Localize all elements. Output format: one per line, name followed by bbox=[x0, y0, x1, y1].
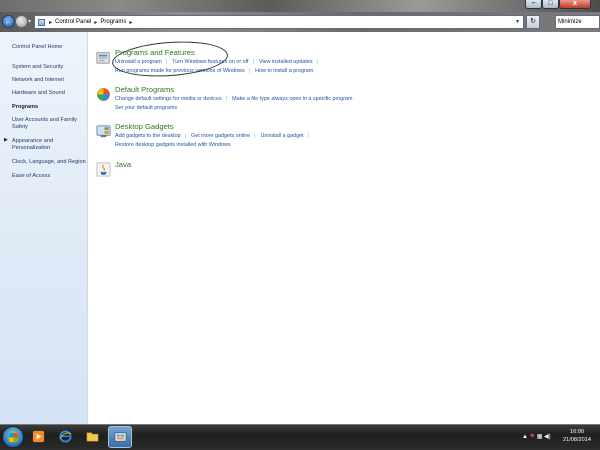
refresh-button[interactable]: ↻ bbox=[526, 15, 540, 29]
category-links: Run programs made for previous versions … bbox=[115, 68, 314, 74]
tray-arrow-icon[interactable]: ▲ bbox=[522, 434, 528, 440]
address-dropdown-icon[interactable]: ▼ bbox=[515, 19, 520, 25]
network-icon[interactable]: ▦ bbox=[537, 434, 543, 440]
media-player-icon bbox=[32, 430, 45, 443]
minimize-icon: – bbox=[531, 0, 536, 7]
breadcrumb-separator[interactable]: ▸ bbox=[129, 19, 132, 26]
link-restore-gadgets[interactable]: Restore desktop gadgets installed with W… bbox=[115, 142, 231, 148]
control-panel-icon bbox=[114, 432, 127, 442]
action-center-flag-icon[interactable]: ⚑ bbox=[530, 434, 535, 440]
sidebar: Control Panel Home System and Security N… bbox=[0, 32, 88, 424]
category-links: Set your default programs bbox=[115, 105, 181, 111]
current-item-marker-icon: ▶ bbox=[4, 137, 8, 143]
link-turn-windows-features[interactable]: Turn Windows features on or off bbox=[172, 59, 248, 65]
breadcrumb-separator[interactable]: ▸ bbox=[94, 19, 97, 26]
folder-icon bbox=[86, 432, 99, 442]
close-button[interactable]: x bbox=[559, 0, 591, 9]
taskbar-windows-explorer[interactable] bbox=[81, 426, 105, 448]
forward-button[interactable]: → bbox=[15, 15, 28, 28]
close-icon: x bbox=[573, 0, 577, 7]
link-run-older-programs[interactable]: Run programs made for previous versions … bbox=[115, 68, 245, 74]
link-set-default-programs[interactable]: Set your default programs bbox=[115, 105, 177, 111]
search-input[interactable]: Minimize bbox=[555, 15, 600, 29]
refresh-icon: ↻ bbox=[530, 18, 536, 25]
link-how-to-install[interactable]: How to install a program bbox=[255, 68, 313, 74]
back-arrow-icon: ← bbox=[4, 17, 13, 26]
link-uninstall-gadget[interactable]: Uninstall a gadget bbox=[261, 133, 304, 139]
breadcrumb-programs[interactable]: Programs bbox=[100, 19, 126, 25]
maximize-icon: □ bbox=[548, 0, 553, 7]
forward-arrow-icon: → bbox=[17, 17, 26, 26]
taskbar-internet-explorer[interactable] bbox=[54, 426, 78, 448]
link-file-type-association[interactable]: Make a file type always open in a specif… bbox=[232, 96, 352, 102]
breadcrumb-separator[interactable]: ▸ bbox=[49, 19, 52, 26]
minimize-button[interactable]: – bbox=[525, 0, 542, 9]
volume-icon[interactable]: ◀) bbox=[544, 434, 551, 440]
start-button[interactable] bbox=[2, 426, 24, 448]
navigation-bar: ← → ▾ ▸ Control Panel ▸ Programs ▸ ▼ ↻ M… bbox=[0, 12, 600, 32]
main-content: Programs and Features Uninstall a progra… bbox=[89, 32, 600, 424]
sidebar-item-programs[interactable]: Programs bbox=[12, 104, 86, 111]
clock-time: 16:00 bbox=[570, 429, 584, 435]
link-more-gadgets-online[interactable]: Get more gadgets online bbox=[191, 133, 250, 139]
address-bar[interactable]: ▸ Control Panel ▸ Programs ▸ ▼ bbox=[34, 15, 524, 29]
default-programs-icon bbox=[97, 88, 110, 101]
sidebar-item-ease-of-access[interactable]: Ease of Access bbox=[12, 173, 86, 180]
sidebar-item-control-panel-home[interactable]: Control Panel Home bbox=[12, 44, 86, 51]
link-uninstall-program[interactable]: Uninstall a program bbox=[115, 59, 162, 65]
breadcrumb-control-panel[interactable]: Control Panel bbox=[55, 19, 91, 25]
system-tray: ▲ ⚑ ▦ ◀) bbox=[522, 433, 551, 440]
desktop-gadgets-icon bbox=[96, 125, 111, 138]
taskbar-media-player[interactable] bbox=[27, 426, 51, 448]
sidebar-item-system-security[interactable]: System and Security bbox=[12, 64, 86, 71]
link-view-installed-updates[interactable]: View installed updates bbox=[259, 59, 313, 65]
category-links: Change default settings for media or dev… bbox=[115, 96, 353, 102]
category-title-desktop-gadgets[interactable]: Desktop Gadgets bbox=[115, 122, 174, 131]
sidebar-item-network-internet[interactable]: Network and Internet bbox=[12, 77, 86, 84]
back-button[interactable]: ← bbox=[2, 15, 15, 28]
title-bar: – □ x bbox=[0, 0, 600, 12]
sidebar-item-clock-language[interactable]: Clock, Language, and Region bbox=[12, 159, 86, 166]
category-title-default-programs[interactable]: Default Programs bbox=[115, 85, 174, 94]
taskbar-control-panel[interactable] bbox=[108, 426, 132, 448]
clock-date: 21/08/2014 bbox=[563, 437, 591, 443]
recent-pages-dropdown[interactable]: ▾ bbox=[28, 18, 31, 25]
control-panel-icon bbox=[38, 18, 45, 26]
clock[interactable]: 16:00 21/08/2014 bbox=[558, 428, 596, 444]
category-title-java[interactable]: Java bbox=[115, 160, 131, 169]
sidebar-item-appearance[interactable]: Appearance and Personalization bbox=[12, 138, 68, 152]
programs-features-icon bbox=[96, 52, 110, 64]
category-links: Add gadgets to the desktop | Get more gad… bbox=[115, 133, 310, 139]
link-add-gadgets[interactable]: Add gadgets to the desktop bbox=[115, 133, 181, 139]
maximize-button[interactable]: □ bbox=[542, 0, 559, 9]
sidebar-item-hardware-sound[interactable]: Hardware and Sound bbox=[12, 90, 86, 97]
java-icon bbox=[96, 162, 111, 177]
sidebar-item-user-accounts[interactable]: User Accounts and Family Safety bbox=[12, 117, 78, 131]
link-change-default-media[interactable]: Change default settings for media or dev… bbox=[115, 96, 222, 102]
category-links: Uninstall a program | Turn Windows featur… bbox=[115, 59, 318, 65]
taskbar: ▲ ⚑ ▦ ◀) 16:00 21/08/2014 bbox=[0, 424, 600, 450]
category-links: Restore desktop gadgets installed with W… bbox=[115, 142, 235, 148]
internet-explorer-icon bbox=[59, 430, 72, 443]
